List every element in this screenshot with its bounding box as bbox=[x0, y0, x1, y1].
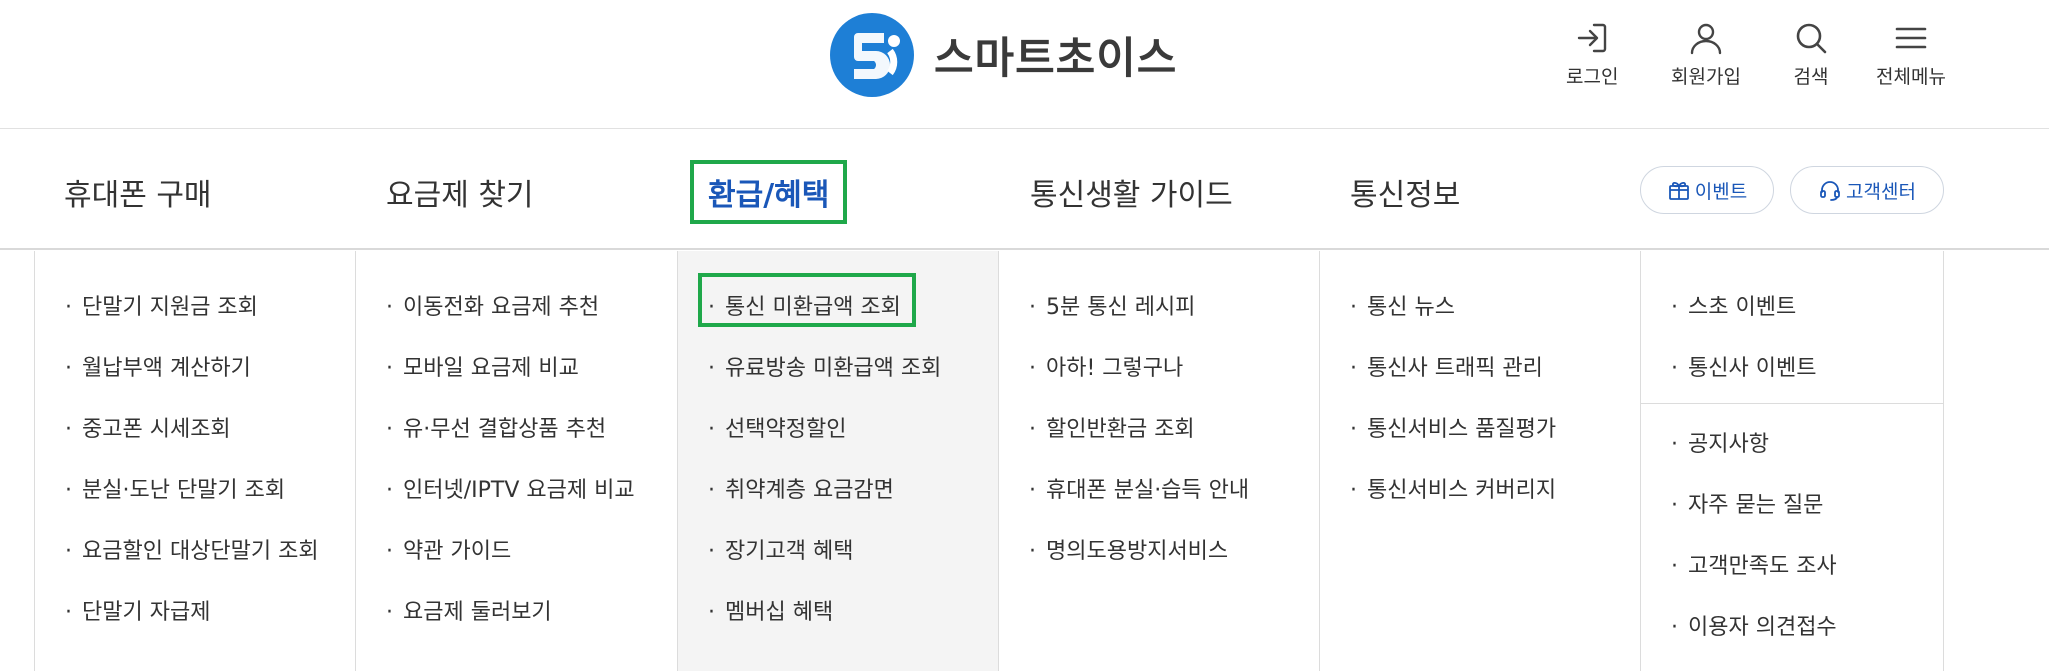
menu-item[interactable]: 통신사 트래픽 관리 bbox=[1350, 350, 1543, 382]
menu-item[interactable]: 이동전화 요금제 추천 bbox=[386, 289, 599, 321]
menu-item[interactable]: 요금할인 대상단말기 조회 bbox=[65, 533, 319, 565]
search-icon bbox=[1796, 23, 1827, 54]
menu-column-event-cs: 스초 이벤트 통신사 이벤트 공지사항 자주 묻는 질문 고객만족도 조사 이용… bbox=[1641, 251, 1944, 671]
menu-item[interactable]: 중고폰 시세조회 bbox=[65, 411, 231, 443]
menu-divider bbox=[1641, 403, 1943, 404]
gift-icon bbox=[1668, 181, 1689, 200]
gnb-living-guide[interactable]: 통신생활 가이드 bbox=[1030, 170, 1233, 214]
menu-item[interactable]: 유·무선 결합상품 추천 bbox=[386, 411, 606, 443]
menu-item[interactable]: 5분 통신 레시피 bbox=[1029, 289, 1195, 321]
search-link[interactable]: 검색 bbox=[1793, 20, 1829, 89]
menu-item[interactable]: 취약계층 요금감면 bbox=[708, 472, 894, 504]
event-button-label: 이벤트 bbox=[1694, 180, 1748, 203]
menu-item[interactable]: 통신 뉴스 bbox=[1350, 289, 1455, 321]
menu-item[interactable]: 통신사 이벤트 bbox=[1671, 350, 1816, 382]
menu-item[interactable]: 멤버십 혜택 bbox=[708, 594, 833, 626]
hamburger-icon bbox=[1895, 27, 1927, 49]
all-menu-label: 전체메뉴 bbox=[1876, 66, 1946, 88]
menu-item[interactable]: 약관 가이드 bbox=[386, 533, 511, 565]
event-button[interactable]: 이벤트 bbox=[1640, 166, 1774, 214]
menu-item[interactable]: 선택약정할인 bbox=[708, 411, 846, 443]
menu-item[interactable]: 고객만족도 조사 bbox=[1671, 548, 1837, 580]
headset-icon bbox=[1820, 181, 1840, 201]
menu-item[interactable]: 단말기 지원금 조회 bbox=[65, 289, 258, 321]
menu-item[interactable]: 휴대폰 분실·습득 안내 bbox=[1029, 472, 1249, 504]
menu-item[interactable]: 월납부액 계산하기 bbox=[65, 350, 251, 382]
menu-column-plan: 이동전화 요금제 추천 모바일 요금제 비교 유·무선 결합상품 추천 인터넷/… bbox=[356, 251, 678, 671]
login-icon bbox=[1578, 23, 1607, 53]
logo-mark-icon bbox=[830, 13, 914, 97]
menu-item[interactable]: 공지사항 bbox=[1671, 426, 1769, 458]
login-label: 로그인 bbox=[1566, 66, 1619, 88]
menu-item[interactable]: 요금제 둘러보기 bbox=[386, 594, 552, 626]
menu-column-guide: 5분 통신 레시피 아하! 그렇구나 할인반환금 조회 휴대폰 분실·습득 안내… bbox=[999, 251, 1320, 671]
menu-item[interactable]: 분실·도난 단말기 조회 bbox=[65, 472, 285, 504]
customer-center-label: 고객센터 bbox=[1846, 180, 1916, 203]
signup-label: 회원가입 bbox=[1671, 66, 1741, 88]
menu-item[interactable]: 장기고객 혜택 bbox=[708, 533, 853, 565]
gnb-plan-finder[interactable]: 요금제 찾기 bbox=[386, 170, 534, 214]
site-logo-text: 스마트초이스 bbox=[934, 34, 1178, 84]
signup-link[interactable]: 회원가입 bbox=[1671, 20, 1741, 89]
menu-column-phone: 단말기 지원금 조회 월납부액 계산하기 중고폰 시세조회 분실·도난 단말기 … bbox=[34, 251, 356, 671]
menu-column-refund: 통신 미환급액 조회 유료방송 미환급액 조회 선택약정할인 취약계층 요금감면… bbox=[678, 251, 999, 671]
menu-item[interactable]: 통신서비스 커버리지 bbox=[1350, 472, 1556, 504]
user-icon bbox=[1690, 23, 1722, 55]
menu-item-unrefunded-inquiry[interactable]: 통신 미환급액 조회 bbox=[708, 289, 901, 321]
gnb-highlight-box bbox=[690, 160, 847, 224]
all-menu-link[interactable]: 전체메뉴 bbox=[1876, 20, 1946, 89]
menu-item[interactable]: 단말기 자급제 bbox=[65, 594, 210, 626]
menu-item[interactable]: 스초 이벤트 bbox=[1671, 289, 1796, 321]
menu-item[interactable]: 인터넷/IPTV 요금제 비교 bbox=[386, 472, 635, 504]
customer-center-button[interactable]: 고객센터 bbox=[1790, 166, 1944, 214]
menu-column-info: 통신 뉴스 통신사 트래픽 관리 통신서비스 품질평가 통신서비스 커버리지 bbox=[1320, 251, 1641, 671]
menu-item[interactable]: 통신서비스 품질평가 bbox=[1350, 411, 1556, 443]
menu-item[interactable]: 아하! 그렇구나 bbox=[1029, 350, 1183, 382]
menu-item[interactable]: 모바일 요금제 비교 bbox=[386, 350, 579, 382]
menu-item[interactable]: 유료방송 미환급액 조회 bbox=[708, 350, 941, 382]
gnb-phone-purchase[interactable]: 휴대폰 구매 bbox=[64, 170, 212, 214]
gnb-telecom-info[interactable]: 통신정보 bbox=[1350, 170, 1460, 214]
menu-item[interactable]: 자주 묻는 질문 bbox=[1671, 487, 1823, 519]
menu-item[interactable]: 명의도용방지서비스 bbox=[1029, 533, 1228, 565]
mega-menu: 단말기 지원금 조회 월납부액 계산하기 중고폰 시세조회 분실·도난 단말기 … bbox=[34, 251, 1944, 671]
menu-item[interactable]: 이용자 의견접수 bbox=[1671, 609, 1837, 641]
site-logo[interactable]: 스마트초이스 bbox=[828, 10, 1177, 100]
login-link[interactable]: 로그인 bbox=[1566, 20, 1618, 89]
search-label: 검색 bbox=[1793, 66, 1829, 88]
main-navigation: 휴대폰 구매 요금제 찾기 환급/혜택 통신생활 가이드 통신정보 이벤트 고객… bbox=[0, 130, 2049, 250]
menu-item[interactable]: 할인반환금 조회 bbox=[1029, 411, 1195, 443]
site-header: 스마트초이스 로그인 회원가입 검색 전체메뉴 bbox=[0, 0, 2049, 129]
